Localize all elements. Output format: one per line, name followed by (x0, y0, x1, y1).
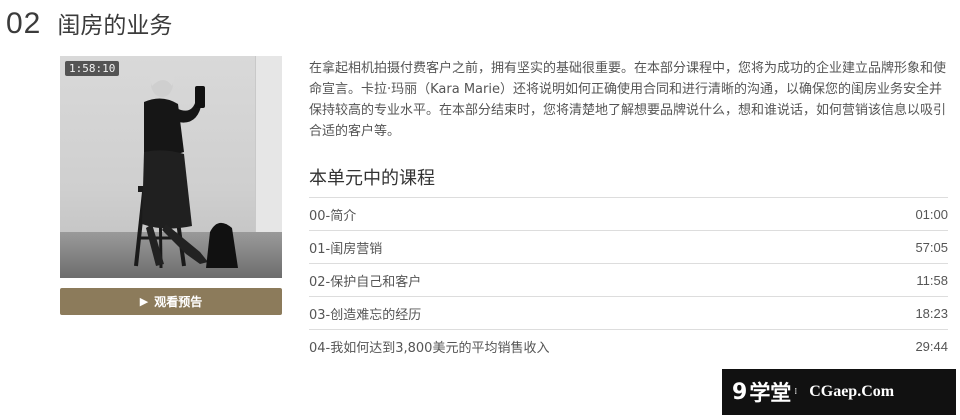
section-title: 闺房的业务 (57, 13, 173, 39)
watermark: 9 学堂 ⁞ CGaep.Com (722, 369, 956, 415)
lesson-time: 01:00 (915, 206, 948, 222)
lesson-title: 04-我如何达到3,800美元的平均销售收入 (309, 340, 550, 356)
watermark-cn: 学堂 (749, 381, 792, 405)
section-number: 02 (6, 7, 42, 40)
lesson-row[interactable]: 00-简介 01:00 (309, 198, 948, 231)
play-icon: ▶ (139, 295, 149, 308)
lesson-row[interactable]: 02-保护自己和客户 11:58 (309, 264, 948, 297)
watch-preview-button[interactable]: ▶ 观看预告 (60, 288, 282, 315)
video-thumbnail[interactable]: 1:58:10 (60, 56, 282, 278)
lesson-time: 11:58 (916, 272, 948, 288)
lesson-title: 02-保护自己和客户 (309, 274, 422, 290)
lessons-heading: 本单元中的课程 (309, 168, 435, 189)
section-description: 在拿起相机拍摄付费客户之前，拥有坚实的基础很重要。在本部分课程中，您将为成功的企… (309, 61, 947, 139)
lesson-title: 00-简介 (309, 208, 357, 224)
lesson-row[interactable]: 04-我如何达到3,800美元的平均销售收入 29:44 (309, 330, 948, 362)
watch-preview-label: 观看预告 (154, 295, 203, 309)
lesson-title: 01-闺房营销 (309, 241, 383, 257)
lesson-time: 18:23 (915, 305, 948, 321)
lesson-row[interactable]: 01-闺房营销 57:05 (309, 231, 948, 264)
video-duration: 1:58:10 (65, 61, 120, 76)
watermark-dots-icon: ⁞ (794, 387, 798, 397)
lesson-title: 03-创造难忘的经历 (309, 307, 422, 323)
thumbnail-photo (134, 66, 238, 269)
watermark-site: CGaep.Com (809, 383, 895, 400)
lesson-time: 57:05 (915, 239, 948, 255)
watermark-logo: 9 (732, 379, 748, 405)
lesson-row[interactable]: 03-创造难忘的经历 18:23 (309, 297, 948, 330)
section-header: 02 闺房的业务 (6, 6, 172, 41)
lessons-list: 00-简介 01:00 01-闺房营销 57:05 02-保护自己和客户 11:… (309, 197, 948, 362)
lesson-time: 29:44 (915, 338, 948, 354)
